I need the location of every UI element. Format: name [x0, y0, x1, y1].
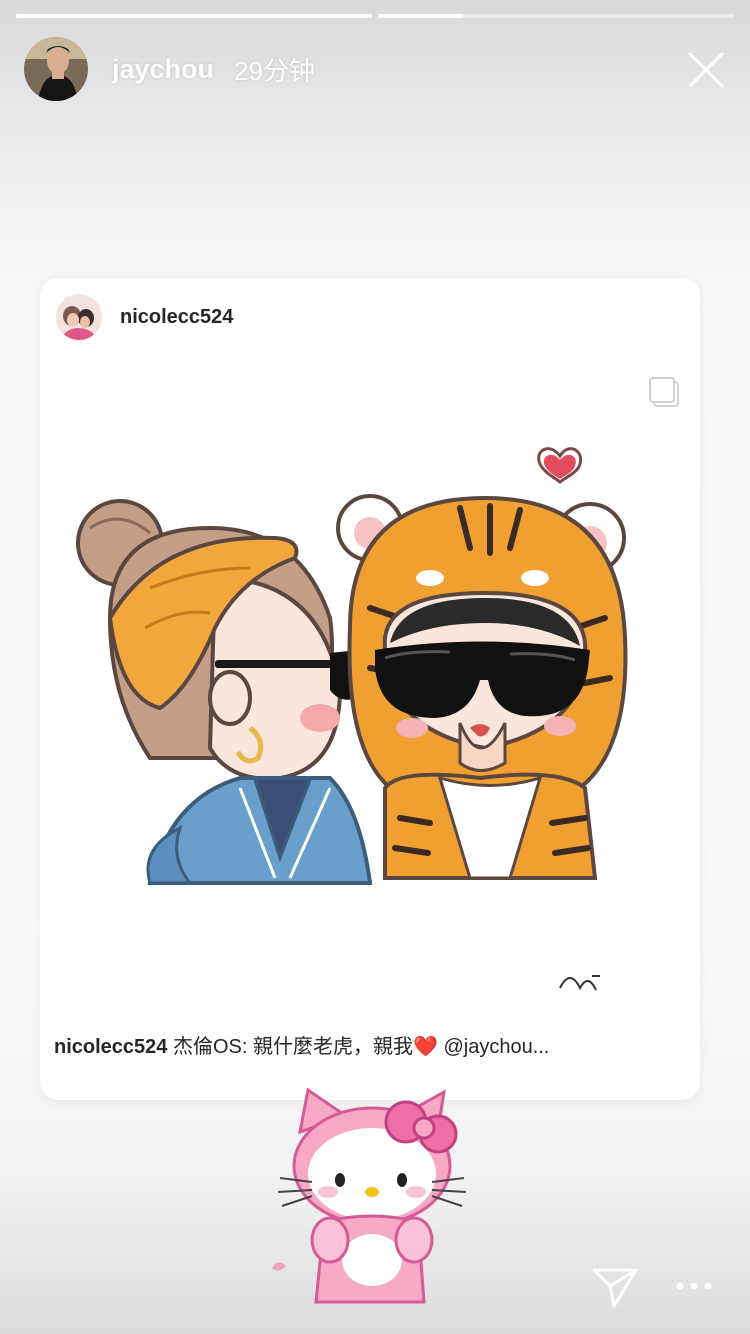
send-icon[interactable] — [590, 1264, 640, 1310]
hello-kitty-sticker[interactable] — [268, 1082, 478, 1310]
caption-username[interactable]: nicolecc524 — [54, 1036, 167, 1058]
story-header: jaychou 29分钟 — [24, 36, 726, 102]
story-username[interactable]: jaychou — [112, 54, 214, 85]
shared-post-card[interactable]: nicolecc524 nicolecc524 杰倫OS: 親什麼老虎，親我❤️… — [40, 278, 700, 1100]
post-caption: nicolecc524 杰倫OS: 親什麼老虎，親我❤️ @jaychou... — [54, 1030, 694, 1059]
close-icon[interactable] — [686, 50, 726, 90]
post-author-username[interactable]: nicolecc524 — [120, 306, 233, 329]
progress-segment-2 — [378, 14, 734, 18]
post-author-avatar[interactable] — [56, 294, 102, 340]
progress-segment-1 — [16, 14, 372, 18]
post-header: nicolecc524 — [56, 294, 233, 340]
story-timestamp: 29分钟 — [234, 55, 315, 86]
post-illustration — [76, 447, 628, 991]
more-icon[interactable] — [674, 1276, 714, 1296]
story-progress-bar — [16, 14, 734, 18]
multiple-photos-icon — [648, 376, 680, 410]
caption-text: 杰倫OS: 親什麼老虎，親我❤️ @jaychou... — [172, 1036, 550, 1058]
avatar[interactable] — [24, 37, 88, 101]
